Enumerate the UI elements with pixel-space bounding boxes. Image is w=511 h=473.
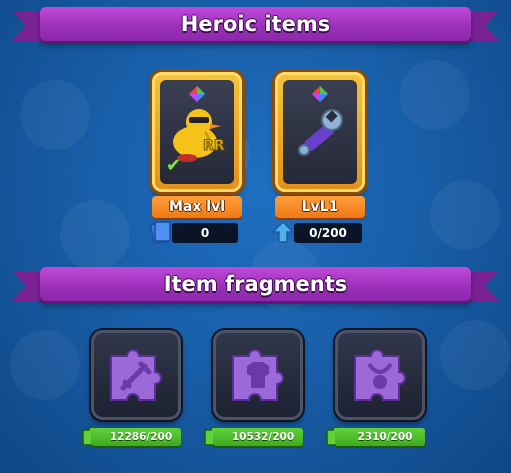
card-icon (150, 221, 171, 244)
item-fragments-title: Item fragments (163, 272, 348, 296)
wrench-icon (298, 109, 343, 157)
amulet-fragment-icon (354, 349, 406, 401)
fragment-card-armor[interactable] (213, 330, 303, 420)
rarity-gem-icon (189, 86, 205, 102)
fragment-count-armor: 10532/200 (213, 428, 303, 446)
item-count-duck: 0 (172, 223, 238, 243)
armor-fragment-icon (232, 349, 284, 401)
rarity-gem-icon (312, 86, 328, 102)
level-label-lvl1: LvL1 (275, 196, 365, 218)
fragment-count-weapon: 12286/200 (91, 428, 181, 446)
weapon-fragment-icon (110, 349, 162, 401)
heroic-item-frame (283, 80, 357, 184)
item-fragments-banner: Item fragments (40, 267, 471, 301)
heroic-item-frame: RR ✔ (160, 80, 234, 184)
fragment-card-weapon[interactable] (91, 330, 181, 420)
upgrade-arrow-icon (272, 220, 294, 243)
heroic-item-card-duck[interactable]: RR ✔ (152, 72, 242, 192)
fragment-card-amulet[interactable] (335, 330, 425, 420)
heroic-item-card-wrench[interactable] (275, 72, 365, 192)
checkmark-icon: ✔ (166, 155, 182, 176)
svg-text:RR: RR (203, 138, 225, 154)
fragment-count-amulet: 2310/200 (335, 428, 425, 446)
heroic-items-title: Heroic items (180, 12, 331, 36)
item-count-wrench: 0/200 (294, 223, 362, 243)
heroic-items-banner: Heroic items (40, 7, 471, 41)
level-label-max: Max lvl (152, 196, 242, 218)
